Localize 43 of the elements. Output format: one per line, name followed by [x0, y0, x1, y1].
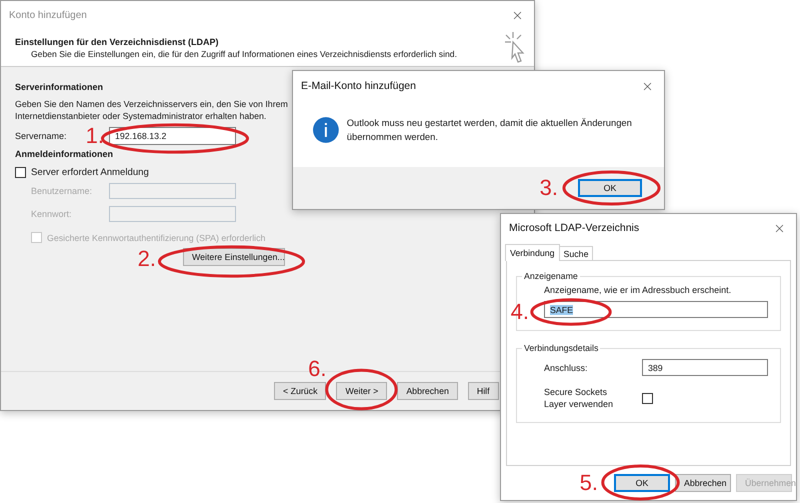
field-label: Benutzername: — [31, 186, 92, 196]
more-settings-button[interactable]: Weitere Einstellungen... — [183, 248, 285, 266]
window-title: Konto hinzufügen — [9, 10, 87, 20]
field-label: Anschluss: — [544, 362, 588, 372]
step-number: 6. — [308, 358, 326, 380]
dialog-button[interactable]: OK — [614, 474, 670, 492]
cursor-click-icon — [504, 30, 526, 64]
checkbox-label: Server erfordert Anmeldung — [31, 167, 149, 178]
dialog-message: Outlook muss neu gestartet werden, damit die aktuellen Änderungen übernommen werden. — [346, 116, 633, 144]
ok-button[interactable]: OK — [578, 179, 642, 197]
checkbox-label: Gesicherte Kennwortauthentifizierung (SPA) erforderlich — [47, 232, 266, 242]
step-number: 3. — [540, 177, 558, 199]
wizard-button[interactable]: Abbrechen — [397, 382, 458, 400]
step-number: 5. — [580, 472, 598, 494]
header-subtitle: Geben Sie die Einstellungen ein, die für den Zugriff auf Informationen eines Verzeichnisdiensts erforderlich sind. — [31, 48, 457, 58]
servername-field[interactable]: 192.168.13.2 — [109, 127, 236, 145]
step-number: 2. — [138, 248, 156, 270]
field-label: Servername: — [15, 131, 67, 141]
header-title: Einstellungen für den Verzeichnisdienst (LDAP) — [15, 36, 220, 46]
tab[interactable]: Verbindung — [505, 244, 560, 261]
server-description: Geben Sie den Namen des Verzeichnisservers ein, den Sie von Ihrem Internetdienstanbieter oder Systemadministrator erhalten haben. — [15, 98, 288, 122]
wizard-button[interactable]: < Zurück — [274, 382, 326, 400]
port-field[interactable]: 389 — [642, 359, 768, 376]
info-icon — [313, 117, 339, 143]
wizard-button[interactable]: Hilf — [468, 382, 499, 400]
annotation-ellipse — [326, 369, 398, 410]
checkbox-label: Secure Sockets Layer verwenden — [544, 386, 614, 410]
step-number: 1. — [86, 125, 104, 147]
tab[interactable]: Suche — [558, 246, 594, 261]
step-number: 4. — [510, 300, 529, 322]
checkbox[interactable] — [15, 167, 26, 178]
group-title: Anzeigename — [523, 271, 579, 281]
group-description: Anzeigename, wie er im Adressbuch erscheint. — [544, 285, 732, 295]
field-label: Kennwort: — [31, 209, 72, 219]
checkbox[interactable] — [642, 392, 653, 404]
dialog-button[interactable]: Abbrechen — [675, 474, 731, 492]
wizard-button[interactable]: Weiter > — [336, 382, 388, 400]
dialog-title: E-Mail-Konto hinzufügen — [301, 80, 416, 92]
dialog-title: Microsoft LDAP-Verzeichnis — [509, 222, 640, 234]
display-name-field[interactable]: SAFE — [544, 301, 768, 318]
group-title: Verbindungsdetails — [523, 343, 600, 353]
section-heading: Serverinformationen — [15, 82, 104, 92]
section-heading: Anmeldeinformationen — [15, 149, 114, 159]
